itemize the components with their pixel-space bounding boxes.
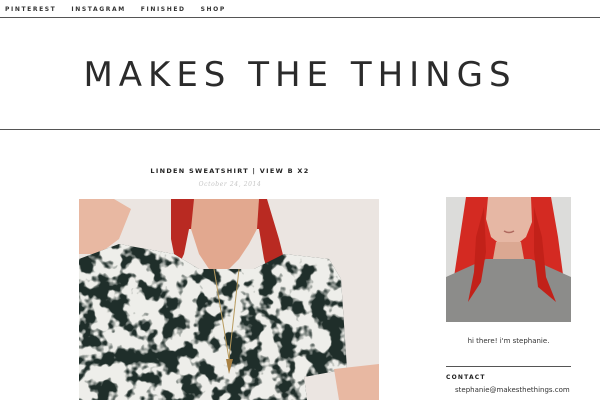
nav-list: PINTEREST INSTAGRAM FINISHED SHOP [0, 0, 600, 18]
contact-email-link[interactable]: stephanie@makesthethings.com [455, 386, 570, 394]
post-date: October 24, 2014 [198, 181, 262, 188]
nav-item-instagram[interactable]: INSTAGRAM [71, 6, 125, 13]
sidebar-intro: hi there! i'm stephanie. [467, 337, 550, 345]
site-header: MAKES THE THINGS [0, 18, 600, 130]
profile-photo-illustration [446, 197, 571, 322]
post-title[interactable]: LINDEN SWEATSHIRT | VIEW B X2 [80, 167, 380, 175]
sidebar-divider [446, 366, 571, 367]
nav-item-pinterest[interactable]: PINTEREST [5, 6, 56, 13]
top-navigation: PINTEREST INSTAGRAM FINISHED SHOP [0, 0, 600, 18]
post-photo-illustration [79, 199, 379, 400]
post-photo[interactable] [79, 199, 379, 400]
profile-photo[interactable] [446, 197, 571, 322]
site-title[interactable]: MAKES THE THINGS [83, 55, 516, 95]
contact-heading: CONTACT [446, 374, 486, 381]
nav-item-shop[interactable]: SHOP [201, 6, 226, 13]
nav-item-finished[interactable]: FINISHED [141, 6, 186, 13]
